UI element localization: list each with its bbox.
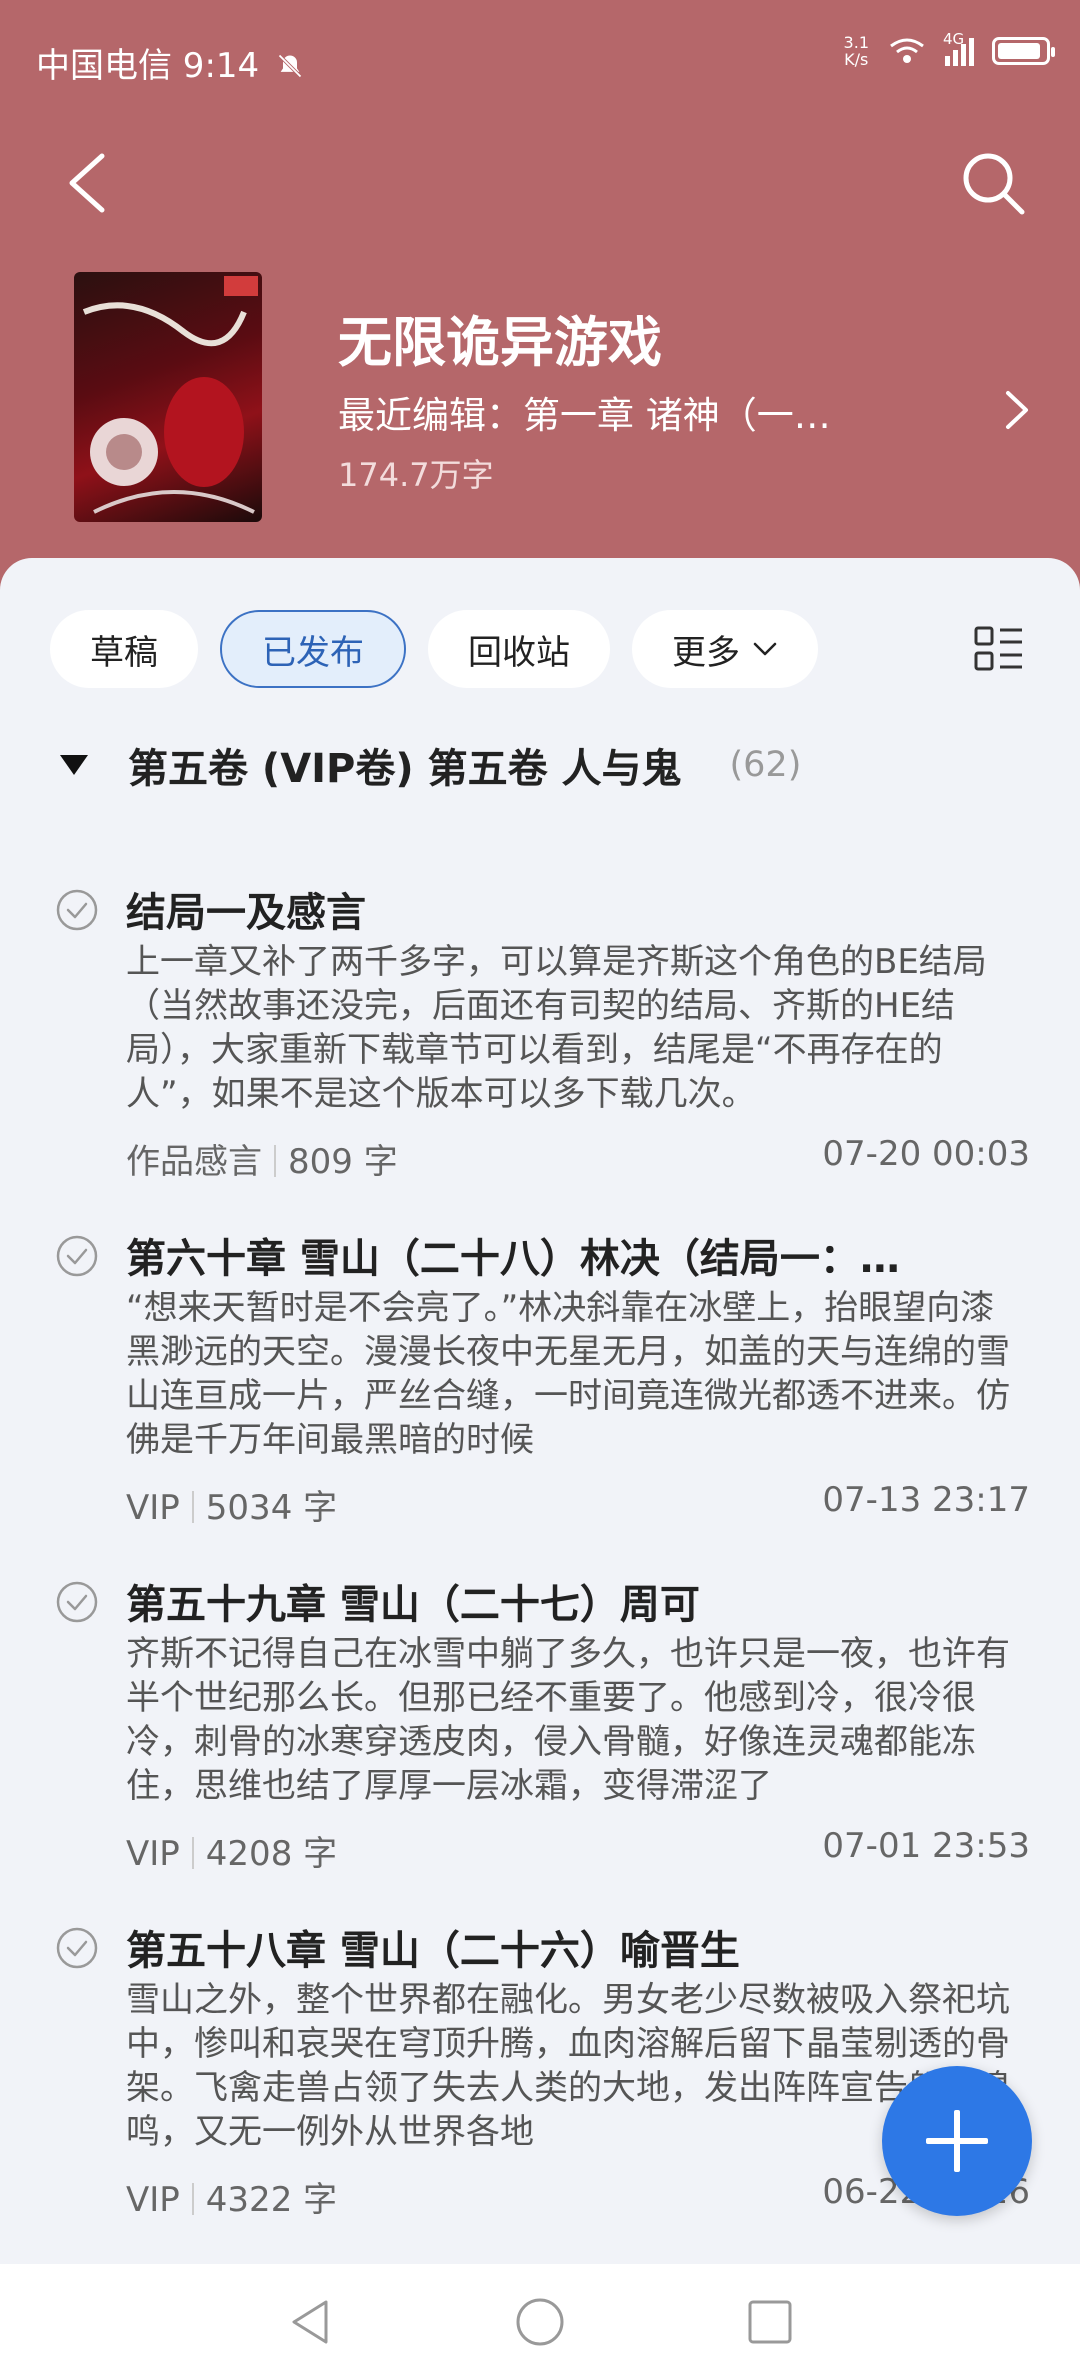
chapter-words: 4322 字 [205, 2180, 338, 2220]
add-chapter-button[interactable] [882, 2066, 1032, 2216]
chapter-excerpt: 上一章又补了两千多字，可以算是齐斯这个角色的BE结局（当然故事还没完，后面还有司… [126, 942, 987, 1114]
chapter-title: 第五十八章 雪山（二十六）喻晋生 [126, 1928, 740, 1974]
chevron-right-icon[interactable] [996, 385, 1036, 435]
chapter-type: VIP [126, 1488, 180, 1528]
speed-unit: K/s [844, 50, 869, 69]
network-type: 4G [943, 30, 965, 48]
recent-edit[interactable]: 最近编辑：第一章 诸神（一… [338, 385, 938, 439]
word-count: 174.7万字 [338, 456, 494, 494]
chapter-type: VIP [126, 2180, 180, 2220]
carrier-time-text: 中国电信 9:14 [36, 46, 260, 86]
book-header: 中国电信 9:14 3.1 K/s 4G 无限诡异游戏 最近编辑：第一章 诸神（… [0, 0, 1080, 590]
chapter-title: 第五十九章 雪山（二十七）周可 [126, 1582, 700, 1628]
list-item[interactable]: 第六十章 雪山（二十八）林决（结局一：… “想来天暂时是不会亮了。”林决斜靠在冰… [0, 1226, 1080, 1566]
nav-back-icon[interactable] [282, 2294, 338, 2350]
list-item[interactable]: 第五十九章 雪山（二十七）周可 齐斯不记得自己在冰雪中躺了多久，也许只是一夜，也… [0, 1572, 1080, 1912]
cover-art [82, 276, 258, 514]
carrier-time: 中国电信 9:14 [36, 38, 304, 87]
tab-label: 回收站 [468, 632, 570, 673]
chapter-meta: 作品感言 809 字 [126, 1134, 398, 1183]
wifi-icon [890, 38, 924, 63]
status-bar: 中国电信 9:14 3.1 K/s 4G [0, 0, 1080, 118]
book-cover[interactable] [74, 272, 262, 522]
check-circle-icon[interactable] [55, 1234, 99, 1278]
chapter-meta: VIP 4208 字 [126, 1826, 337, 1875]
chapter-title: 结局一及感言 [126, 890, 366, 936]
collapse-triangle-icon[interactable] [60, 755, 88, 775]
chapter-type: VIP [126, 1834, 180, 1874]
chapter-meta: VIP 5034 字 [126, 1480, 337, 1529]
speed-value: 3.1 [843, 33, 869, 52]
status-icons: 3.1 K/s 4G [844, 30, 1055, 68]
mute-bell-icon [278, 54, 302, 78]
tab-drafts[interactable]: 草稿 [50, 610, 198, 688]
back-arrow-icon[interactable] [60, 148, 120, 218]
chapter-title: 第六十章 雪山（二十八）林决（结局一：… [126, 1236, 900, 1282]
chapter-words: 809 字 [288, 1142, 398, 1182]
chapter-date: 07-20 00:03 [822, 1134, 1030, 1174]
chapter-date: 07-01 23:53 [822, 1826, 1030, 1866]
chapter-type: 作品感言 [126, 1142, 262, 1182]
chapter-words: 4208 字 [205, 1834, 338, 1874]
tab-label: 更多 [672, 632, 740, 673]
tab-label: 已发布 [262, 632, 364, 673]
list-item[interactable]: 结局一及感言 上一章又补了两千多字，可以算是齐斯这个角色的BE结局（当然故事还没… [0, 880, 1080, 1220]
search-icon[interactable] [958, 148, 1028, 218]
chapter-excerpt: “想来天暂时是不会亮了。”林决斜靠在冰壁上，抬眼望向漆黑渺远的天空。漫漫长夜中无… [126, 1288, 1010, 1460]
network-speed: 3.1 K/s [844, 34, 869, 68]
check-circle-icon[interactable] [55, 888, 99, 932]
check-circle-icon[interactable] [55, 1580, 99, 1624]
filter-tabs: 草稿 已发布 回收站 更多 [50, 610, 818, 688]
chapter-date: 07-13 23:17 [822, 1480, 1030, 1520]
check-circle-icon[interactable] [55, 1926, 99, 1970]
volume-header[interactable]: 第五卷 (VIP卷) 第五卷 人与鬼 (62) [60, 736, 801, 794]
chapter-meta: VIP 4322 字 [126, 2172, 337, 2221]
system-nav-bar [0, 2264, 1080, 2376]
battery-icon [992, 37, 1055, 65]
nav-recents-icon[interactable] [742, 2294, 798, 2350]
tab-published[interactable]: 已发布 [220, 610, 406, 688]
tab-more[interactable]: 更多 [632, 610, 818, 688]
book-title: 无限诡异游戏 [338, 311, 662, 374]
tab-label: 草稿 [90, 632, 158, 673]
list-view-icon[interactable] [974, 624, 1024, 674]
signal-icon: 4G [943, 30, 974, 66]
volume-title: 第五卷 (VIP卷) 第五卷 人与鬼 [128, 746, 682, 792]
volume-count: (62) [729, 745, 802, 785]
nav-home-icon[interactable] [512, 2294, 568, 2350]
chapter-words: 5034 字 [205, 1488, 338, 1528]
chevron-down-icon [753, 642, 777, 656]
tab-recycle-bin[interactable]: 回收站 [428, 610, 610, 688]
chapter-excerpt: 齐斯不记得自己在冰雪中躺了多久，也许只是一夜，也许有半个世纪那么长。但那已经不重… [126, 1634, 1010, 1806]
